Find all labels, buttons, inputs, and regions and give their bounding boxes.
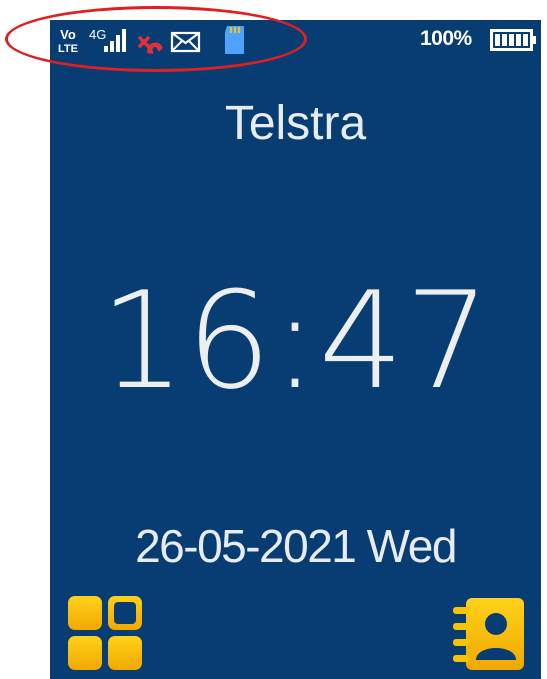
4g-icon: 4G	[89, 27, 106, 42]
battery-cell	[523, 34, 528, 46]
battery-cell	[516, 34, 521, 46]
signal-strength-icon: 4G	[89, 27, 126, 52]
volte-top-label: Vo	[60, 27, 76, 42]
battery-cell	[502, 34, 507, 46]
carrier-name: Telstra	[224, 97, 367, 150]
menu-grid-icon[interactable]	[66, 594, 146, 674]
battery-cell	[495, 34, 500, 46]
volte-bottom-label: LTE	[58, 43, 78, 55]
message-envelope-icon[interactable]	[170, 30, 202, 54]
battery-icon	[490, 29, 536, 51]
sd-card-icon	[225, 26, 244, 54]
date-display: 26-05-2021 Wed	[135, 520, 457, 572]
missed-call-icon[interactable]	[136, 26, 168, 56]
clock-time: 16:47	[99, 263, 492, 419]
contacts-icon[interactable]	[448, 594, 528, 674]
battery-cell	[509, 34, 514, 46]
volte-icon: Vo LTE	[58, 27, 78, 55]
phone-screen: Vo LTE 4G 100% Telstra 16:47 26-05-2021 …	[50, 20, 541, 679]
status-bar: Vo LTE 4G 100%	[50, 20, 541, 60]
battery-percent: 100%	[420, 27, 472, 50]
